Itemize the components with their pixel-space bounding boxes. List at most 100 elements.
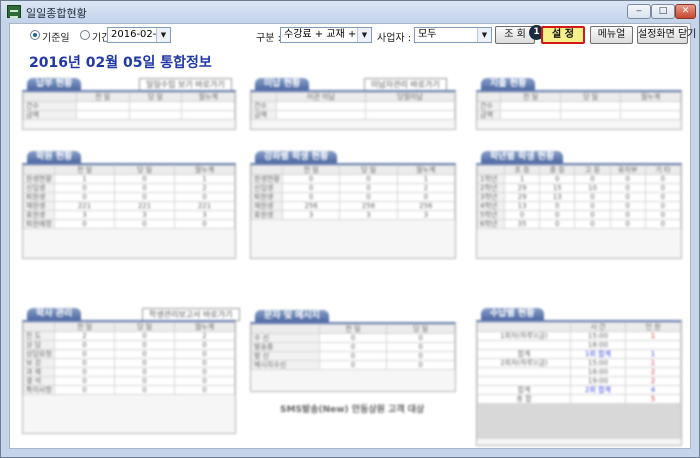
table-cell: 0	[174, 192, 235, 202]
period-radio[interactable]	[80, 30, 90, 40]
table-cell	[625, 340, 681, 350]
panel-title: 학사 관리	[27, 308, 82, 320]
column-header: 전 일	[281, 165, 341, 175]
table-cell: 0	[54, 219, 115, 229]
dropdown-arrow-icon[interactable]: ▼	[357, 28, 371, 42]
table-cell: 0	[503, 210, 541, 220]
panel-body: 전 일당 일 월누계 건수 금액	[476, 90, 682, 130]
column-header: 월누계	[396, 165, 455, 175]
table-cell: 0	[318, 360, 388, 370]
table-cell: 0	[609, 201, 646, 211]
table-cell: 보 강	[23, 358, 55, 368]
table-cell	[620, 101, 681, 111]
table-cell: 0	[609, 183, 646, 193]
table-cell: 발 신	[251, 351, 320, 361]
table-cell: 0	[609, 174, 646, 184]
table-cell: 0	[644, 174, 681, 184]
column-header	[23, 165, 55, 175]
column-header: 전 일	[318, 324, 388, 334]
table-cell: 0	[174, 376, 235, 386]
column-header: 유치부	[609, 165, 646, 175]
table-cell: 0	[54, 340, 115, 350]
manual-button[interactable]: 메뉴얼	[590, 26, 633, 44]
column-header: 미관 미납	[276, 92, 366, 102]
maximize-button[interactable]: □	[651, 4, 675, 19]
table-cell: 29	[503, 192, 541, 202]
table-cell: 0	[174, 349, 235, 359]
table-cell: 0	[539, 201, 576, 211]
column-header: 당 일	[128, 92, 183, 102]
table-cell: 2	[174, 331, 235, 341]
table-cell: 0	[609, 210, 646, 220]
sms-message-panel: 문자 및 메시지 전 일당 일 수 신00 발송중 0 0 발 신00 메시지수신 0…	[250, 310, 456, 392]
table-row: 18:00	[477, 340, 681, 350]
column-header: 월누계	[174, 165, 235, 175]
session-status-panel: 수납별 현황 시 간인 원 1회차(하루)(금) 15:00 1 18:00 합계 1…	[476, 308, 682, 446]
category-select[interactable]: 수강료 + 교재 + 기타 ▼	[280, 27, 372, 43]
table-row: 19:00 2	[477, 376, 681, 386]
table-cell: 진 도	[23, 331, 55, 341]
table-row: 결 석000	[23, 376, 235, 386]
table-cell: 0	[114, 385, 175, 395]
column-header: 당 일	[560, 92, 621, 102]
settings-button[interactable]: 설 정	[541, 26, 585, 44]
column-header: 당 일	[114, 322, 175, 332]
column-header	[23, 322, 55, 332]
basis-date-radio[interactable]	[30, 30, 40, 40]
table-cell: 1학년	[477, 174, 505, 184]
close-settings-button[interactable]: 설정화면 닫기	[637, 26, 696, 44]
table-row: 금액	[23, 110, 235, 120]
unpaid-status-panel: 미납 현황 미납자관리 바로가기 미관 미납 당월미납 건수 금액	[250, 78, 456, 130]
table-cell	[477, 403, 681, 439]
table-cell: 0	[339, 174, 398, 184]
table-cell: 0	[54, 358, 115, 368]
date-picker[interactable]: 2016-02-05 ▼	[107, 27, 171, 43]
table-row: 원생현황 1 0 1	[23, 174, 235, 184]
table-cell: 메시지수신	[251, 360, 320, 370]
dropdown-arrow-icon[interactable]: ▼	[156, 28, 170, 42]
column-header: 월누계	[174, 322, 235, 332]
table-cell: 2	[54, 331, 115, 341]
panel-title: 지출 현황	[481, 78, 536, 90]
table-cell: 퇴원생	[23, 192, 55, 202]
close-button[interactable]: ✕	[675, 4, 696, 19]
table-cell: 0	[114, 349, 175, 359]
expense-status-table: 전 일당 일 월누계 건수 금액	[477, 92, 681, 120]
sms-notice-text: SMS발송(New) 안동상원 고객 대상	[280, 405, 425, 415]
table-cell: 0	[114, 183, 175, 193]
business-label: 사업자 :	[377, 33, 412, 44]
column-header: 전 일	[75, 92, 130, 102]
column-header: 전 일	[500, 92, 561, 102]
column-header: 당 일	[114, 165, 175, 175]
table-cell: 2회 합계	[570, 385, 626, 395]
table-cell: 과 제	[23, 367, 55, 377]
table-cell	[477, 367, 571, 377]
table-cell: 15:00	[570, 331, 626, 341]
dropdown-arrow-icon[interactable]: ▼	[477, 28, 491, 42]
basis-date-label: 기준일	[42, 33, 70, 44]
table-row: 합계 1회 합계 1	[477, 349, 681, 359]
table-row: 휴원생 3 3 3	[23, 210, 235, 220]
business-select[interactable]: 모두 ▼	[414, 27, 492, 43]
table-cell: 15	[539, 183, 576, 193]
table-cell: 0	[54, 349, 115, 359]
table-row: 6학년 35 0 0 0 0	[477, 219, 681, 229]
payment-status-table: 전 일당 일 월누계 건수 금액	[23, 92, 235, 120]
column-header	[251, 92, 277, 102]
academy-status-panel: 학원 현황 전 일당 일 월누계 원생현황 1 0 1 신입생 0 0 2 퇴원생 0 0 0 재원…	[22, 151, 236, 259]
table-row: 퇴원생 0 0 0	[23, 192, 235, 202]
table-cell: 발송중	[251, 342, 320, 352]
table-cell: 1	[503, 174, 541, 184]
table-cell: 상 담	[23, 340, 55, 350]
column-header: 당 일	[339, 165, 398, 175]
table-row: 합계 2회 합계 4	[477, 385, 681, 395]
table-cell: 13	[539, 192, 576, 202]
panel-body: 전 일당 일 월누계 원생현황 0 0 1 신입생 0 0 2 퇴원생 0 0 0 재원생 256 25…	[250, 163, 456, 259]
table-cell: 5학년	[477, 210, 505, 220]
table-cell: 건수	[23, 101, 77, 111]
course-student-panel: 강좌별 학생 현황 전 일당 일 월누계 원생현황 0 0 1 신입생 0 0 2 퇴원생 0 0…	[250, 151, 456, 259]
minimize-button[interactable]: ‒	[627, 4, 651, 19]
table-row: 퇴원생 0 0 0	[251, 192, 455, 202]
table-cell: 0	[386, 351, 455, 361]
table-row: 금액	[251, 110, 455, 120]
